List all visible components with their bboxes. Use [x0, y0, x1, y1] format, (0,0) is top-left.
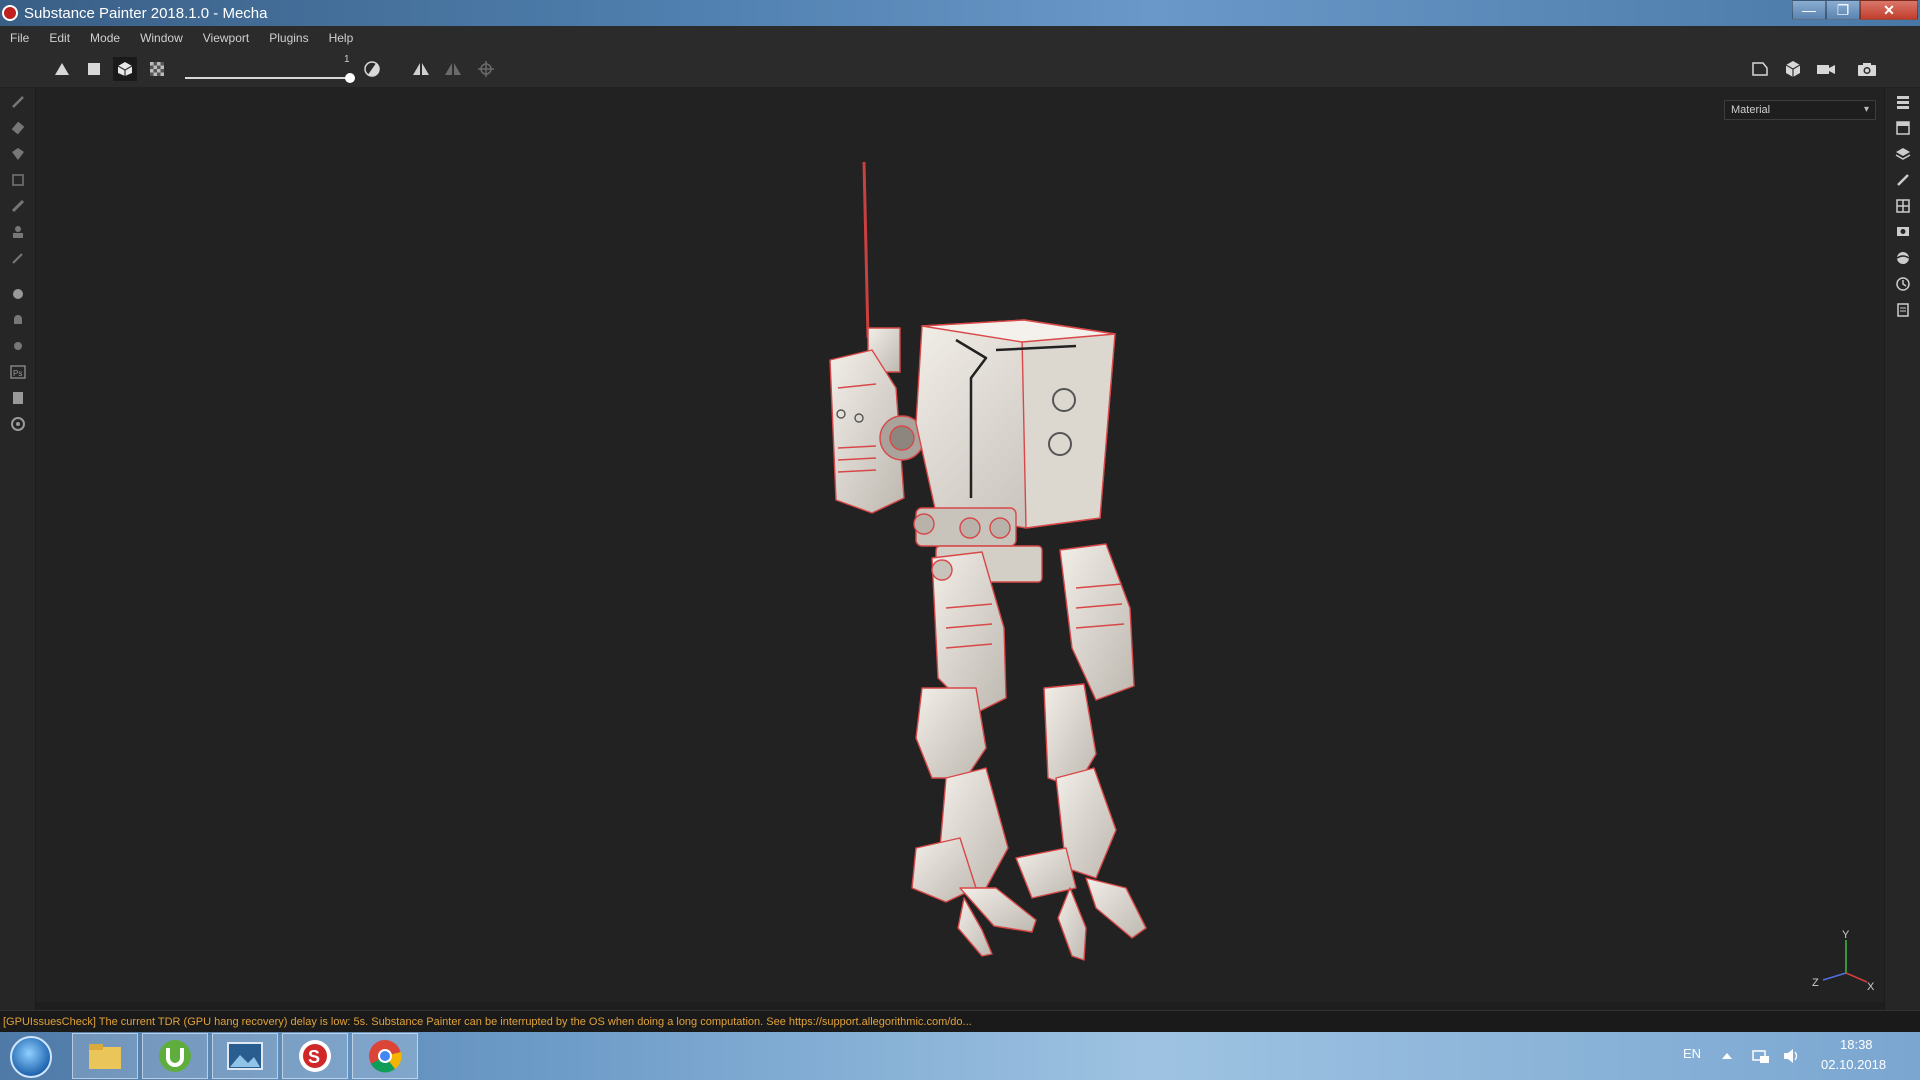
utorrent-taskbar-icon[interactable]: [142, 1033, 208, 1079]
menu-viewport[interactable]: Viewport: [203, 31, 249, 45]
slider-knob[interactable]: [345, 73, 355, 83]
clock-time[interactable]: 18:38: [1840, 1037, 1873, 1052]
axis-label-x: X: [1867, 981, 1875, 993]
menu-help[interactable]: Help: [329, 31, 354, 45]
maximize-button[interactable]: ❐: [1826, 0, 1860, 20]
menu-plugins[interactable]: Plugins: [269, 31, 308, 45]
symmetry-alt-icon[interactable]: [441, 57, 465, 81]
minimize-button[interactable]: —: [1792, 0, 1826, 20]
gear-icon[interactable]: [8, 414, 28, 434]
substance-painter-taskbar-icon[interactable]: S: [282, 1033, 348, 1079]
eraser-icon[interactable]: [8, 118, 28, 138]
chevron-down-icon: ▾: [1863, 104, 1869, 115]
status-bar: [GPUIssuesCheck] The current TDR (GPU ha…: [0, 1010, 1920, 1032]
3d-viewport[interactable]: Y Z X: [36, 88, 1884, 1002]
grid-icon[interactable]: [1893, 196, 1913, 216]
symmetry-icon[interactable]: [409, 57, 433, 81]
main-toolbar: [0, 50, 1920, 88]
layers-list-icon[interactable]: [1893, 92, 1913, 112]
windows-taskbar: S EN 18:38 02.10.2018: [0, 1032, 1920, 1080]
svg-text:S: S: [308, 1047, 320, 1067]
brush-properties-icon[interactable]: [1893, 170, 1913, 190]
texture-set-icon[interactable]: [1893, 118, 1913, 138]
paint-brush-icon[interactable]: [8, 92, 28, 112]
square-mode-icon[interactable]: [82, 57, 106, 81]
menu-mode[interactable]: Mode: [90, 31, 120, 45]
log-icon[interactable]: [1893, 300, 1913, 320]
menu-edit[interactable]: Edit: [49, 31, 70, 45]
screenshot-icon[interactable]: [1855, 57, 1879, 81]
axis-label-z: Z: [1812, 977, 1819, 989]
mecha-robot-model: [829, 161, 1147, 961]
window-title: Substance Painter 2018.1.0 - Mecha: [24, 5, 268, 22]
triangle-mode-icon[interactable]: [50, 57, 74, 81]
chrome-taskbar-icon[interactable]: [352, 1033, 418, 1079]
file-explorer-taskbar-icon[interactable]: [72, 1033, 138, 1079]
svg-text:Ps: Ps: [13, 369, 22, 378]
left-tool-bar: Ps: [0, 88, 36, 1010]
brush-size-slider[interactable]: [185, 73, 355, 83]
layers-stack-icon[interactable]: [1893, 144, 1913, 164]
right-panel-bar: [1884, 88, 1920, 1010]
status-message[interactable]: [GPUIssuesCheck] The current TDR (GPU ha…: [3, 1016, 972, 1028]
substance-painter-app-icon: [2, 5, 18, 21]
slider-fill: [185, 77, 350, 79]
display-settings-icon[interactable]: [1893, 222, 1913, 242]
camera-icon[interactable]: [1814, 57, 1838, 81]
mesh-mode-icon[interactable]: [113, 57, 137, 81]
display-mode-dropdown[interactable]: Material ▾: [1724, 100, 1876, 120]
projection-icon[interactable]: [8, 144, 28, 164]
menu-file[interactable]: File: [10, 31, 29, 45]
close-button[interactable]: ✕: [1860, 0, 1918, 20]
menu-window[interactable]: Window: [140, 31, 183, 45]
brush-size-value: 1: [344, 54, 350, 65]
uv-checker-icon[interactable]: [145, 57, 169, 81]
axis-gizmo: Y Z X: [1812, 929, 1875, 993]
viewport-split-icon[interactable]: [1748, 57, 1772, 81]
clone-stamp-icon[interactable]: [8, 222, 28, 242]
network-icon[interactable]: [1752, 1047, 1770, 1065]
title-bar: Substance Painter 2018.1.0 - Mecha — ❐ ✕: [0, 0, 1920, 26]
volume-icon[interactable]: [1782, 1047, 1800, 1065]
history-icon[interactable]: [1893, 274, 1913, 294]
color-picker-icon[interactable]: [8, 248, 28, 268]
display-mode-value: Material: [1731, 104, 1771, 116]
photoshop-icon[interactable]: Ps: [8, 362, 28, 382]
geometry-decal-icon[interactable]: [8, 170, 28, 190]
environment-icon[interactable]: [1893, 248, 1913, 268]
bake-icon[interactable]: [8, 284, 28, 304]
show-hidden-icons-icon[interactable]: [1718, 1047, 1736, 1065]
transform-gizmo-icon[interactable]: [474, 57, 498, 81]
start-button[interactable]: [10, 1036, 52, 1078]
smudge-icon[interactable]: [8, 196, 28, 216]
tone-mapping-icon[interactable]: [360, 57, 384, 81]
photo-viewer-taskbar-icon[interactable]: [212, 1033, 278, 1079]
axis-label-y: Y: [1842, 929, 1850, 941]
clock-date[interactable]: 02.10.2018: [1821, 1057, 1886, 1072]
language-indicator[interactable]: EN: [1683, 1046, 1701, 1061]
bell-icon[interactable]: [8, 310, 28, 330]
settings-small-icon[interactable]: [8, 336, 28, 356]
menu-bar: File Edit Mode Window Viewport Plugins H…: [0, 26, 1920, 50]
perspective-cube-icon[interactable]: [1781, 57, 1805, 81]
export-document-icon[interactable]: [8, 388, 28, 408]
